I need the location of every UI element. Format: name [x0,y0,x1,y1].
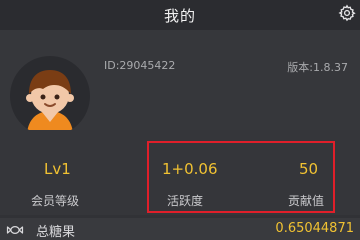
total-candy-label: 总糖果 [36,225,76,240]
user-id: ID:29045422 [104,59,176,72]
gear-icon[interactable] [338,4,356,22]
top-bar: 我的 [0,0,360,30]
member-level-value: Lv1 [44,160,71,178]
page-title: 我的 [163,7,196,25]
highlight-frame [147,141,335,213]
profile-screen: 我的 ID:29045422 版本:1.8.37 Lv1 会员等级 1+0.06… [0,0,360,240]
candy-icon [6,226,24,234]
app-version: 版本:1.8.37 [287,61,348,74]
profile-card: ID:29045422 版本:1.8.37 [0,30,360,136]
total-candy-row[interactable]: 总糖果 0.65044871 [0,218,360,240]
boy-avatar-icon[interactable] [10,56,90,136]
total-candy-value: 0.65044871 [275,221,354,236]
member-level-label: 会员等级 [31,194,80,208]
